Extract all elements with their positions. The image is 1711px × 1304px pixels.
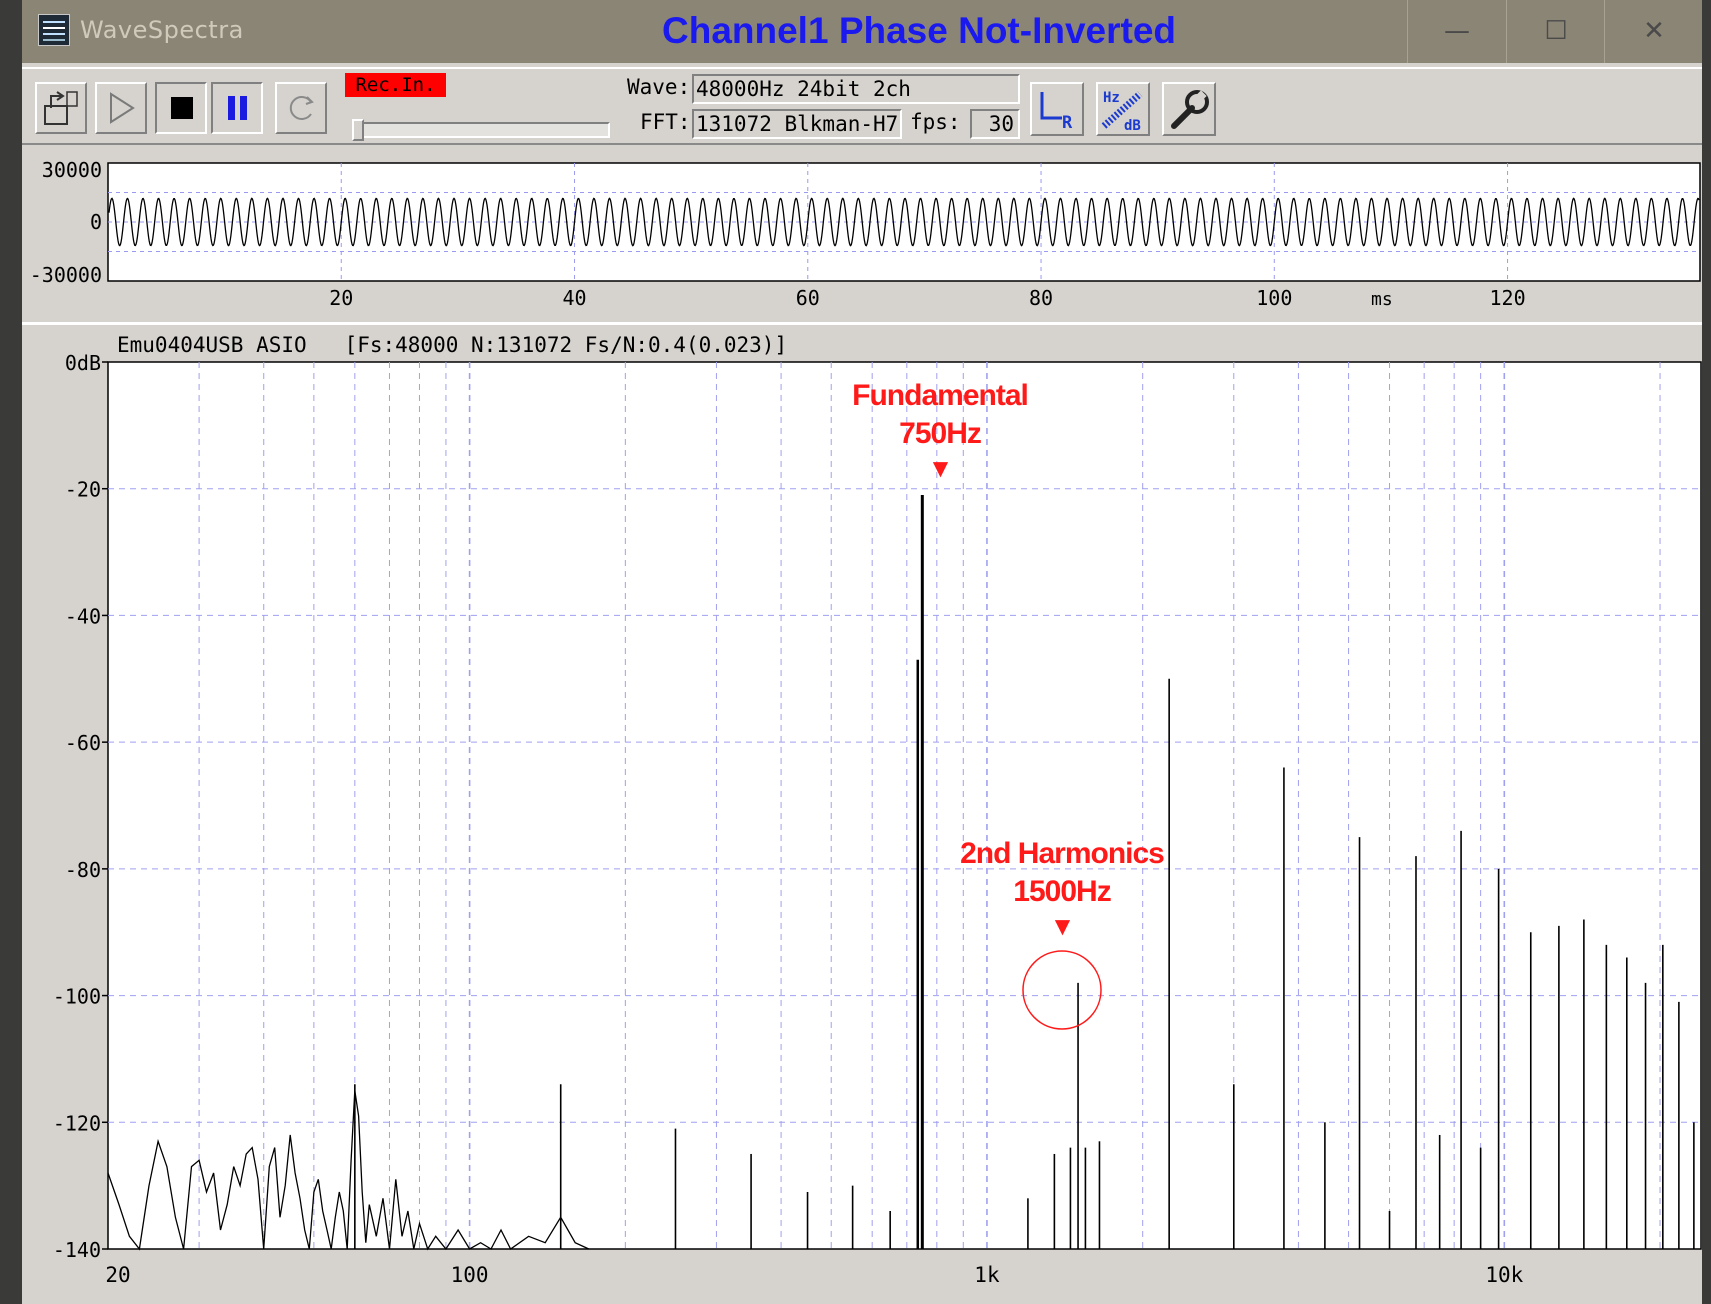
pause-button[interactable]	[211, 82, 263, 134]
fundamental-freq: 750Hz	[899, 417, 982, 450]
harmonic-annotation: 2nd Harmonics 1500Hz ▼	[912, 835, 1212, 941]
wave-x-tick: 60	[796, 286, 820, 310]
spectrum-x-tick: 10k	[1485, 1263, 1523, 1287]
spectrum-y-tick: -40	[65, 604, 101, 628]
spectrum-x-tick: 100	[451, 1263, 489, 1287]
harmonic-marker-icon: ▼	[1049, 911, 1076, 941]
fundamental-label: Fundamental	[852, 379, 1029, 412]
wrench-icon	[1171, 90, 1209, 129]
harmonic-freq: 1500Hz	[1013, 875, 1111, 908]
wave-x-tick: 120	[1489, 286, 1525, 310]
spectrum-y-tick: -100	[53, 985, 101, 1009]
spectrum-x-tick: 1k	[974, 1263, 1000, 1287]
svg-text:R: R	[1062, 113, 1073, 133]
title-bar[interactable]: WaveSpectra Channel1 Phase Not-Inverted …	[22, 0, 1702, 63]
fft-setting-field[interactable]: 131072 Blkman-H7	[692, 109, 902, 139]
fps-field[interactable]: 30	[970, 109, 1020, 139]
stop-icon	[171, 97, 193, 119]
fft-label: FFT:	[640, 110, 691, 134]
level-slider[interactable]	[355, 122, 610, 138]
wave-y-tick-top: 30000	[42, 158, 102, 182]
fps-label: fps:	[910, 110, 961, 134]
spectrum-x-tick: 20	[105, 1263, 130, 1287]
export-icon	[44, 91, 78, 125]
app-title: WaveSpectra	[80, 16, 244, 44]
settings-button[interactable]	[1162, 82, 1216, 136]
export-button[interactable]	[35, 82, 87, 134]
overlay-title: Channel1 Phase Not-Inverted	[662, 10, 1177, 51]
spectrum-y-tick: -60	[65, 731, 101, 755]
close-button[interactable]: ✕	[1604, 0, 1703, 63]
minimize-button[interactable]: —	[1407, 0, 1506, 63]
wave-x-tick: 40	[562, 286, 586, 310]
loop-button[interactable]	[275, 82, 327, 134]
lr-channel-icon: R	[1040, 92, 1073, 133]
stop-button[interactable]	[155, 82, 207, 134]
play-icon	[110, 92, 135, 124]
wave-label: Wave:	[627, 75, 691, 99]
wave-y-tick-bottom: -30000	[30, 263, 102, 287]
wave-x-tick: 20	[329, 286, 353, 310]
waveform-plot[interactable]: 30000 0 -30000 20 40 60 80 100 120 ms	[22, 148, 1702, 316]
svg-text:dB: dB	[1124, 118, 1141, 134]
maximize-button[interactable]: ☐	[1506, 0, 1605, 63]
fundamental-annotation: Fundamental 750Hz ▼	[790, 377, 1090, 483]
level-slider-thumb[interactable]	[352, 119, 364, 141]
wavespectra-window: WaveSpectra Channel1 Phase Not-Inverted …	[22, 0, 1702, 1304]
spectrum-y-tick: -140	[53, 1238, 101, 1262]
waveform-panel: 30000 0 -30000 20 40 60 80 100 120 ms	[22, 148, 1702, 316]
lr-channel-button[interactable]: R	[1030, 82, 1084, 136]
spectrum-y-tick: 0dB	[65, 351, 101, 375]
pause-icon	[228, 96, 247, 120]
spectrum-y-tick: -120	[53, 1111, 101, 1135]
app-icon[interactable]	[38, 14, 70, 46]
hz-db-scale-button[interactable]: Hz dB	[1096, 82, 1150, 136]
spectrum-panel: Emu0404USB ASIO [Fs:48000 N:131072 Fs/N:…	[22, 322, 1702, 1304]
wave-y-tick-zero: 0	[90, 210, 102, 234]
fundamental-marker-icon: ▼	[927, 453, 954, 483]
wave-x-tick: 100	[1256, 286, 1292, 310]
wave-x-unit: ms	[1371, 289, 1393, 310]
hz-db-scale-icon: Hz dB	[1101, 90, 1143, 134]
spectrum-y-tick: -20	[65, 478, 101, 502]
loop-icon	[289, 96, 314, 120]
wave-format-field: 48000Hz 24bit 2ch	[692, 74, 1020, 104]
wave-x-tick: 80	[1029, 286, 1053, 310]
toolbar: Rec.In. Wave: 48000Hz 24bit 2ch FFT: 131…	[22, 67, 1702, 145]
rec-input-indicator: Rec.In.	[345, 73, 446, 97]
svg-text:Hz: Hz	[1103, 90, 1120, 106]
harmonic-label: 2nd Harmonics	[960, 837, 1165, 870]
spectrum-y-tick: -80	[65, 858, 101, 882]
play-button[interactable]	[95, 82, 147, 134]
